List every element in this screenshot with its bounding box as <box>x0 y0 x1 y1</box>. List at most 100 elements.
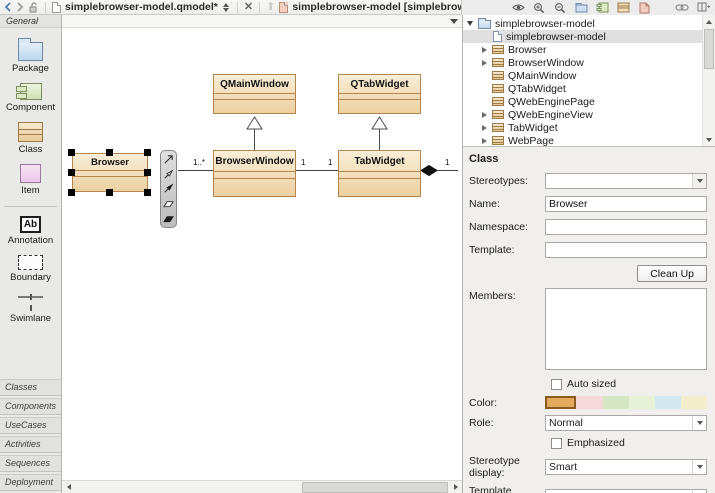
tool-swimlane[interactable]: Swimlane <box>0 292 61 324</box>
selection-handle[interactable] <box>106 149 113 156</box>
color-swatch-lightgreen[interactable] <box>629 396 655 409</box>
class-box-browser-selected[interactable]: Browser <box>72 153 148 192</box>
expander-right-icon[interactable] <box>480 138 488 144</box>
document-selector-icon[interactable] <box>222 3 231 12</box>
selection-handle[interactable] <box>68 149 75 156</box>
open-document-tab[interactable]: simplebrowser-model.qmodel* <box>65 1 218 13</box>
class-icon <box>492 97 504 106</box>
tree-item-diagram[interactable]: simplebrowser-model <box>463 30 702 43</box>
open-diagram-tab[interactable]: simplebrowser-model [simplebrowser-model… <box>292 1 462 13</box>
auto-sized-row: Auto sized <box>551 378 707 390</box>
add-component-icon[interactable] <box>595 1 609 14</box>
close-icon[interactable]: ✕ <box>244 2 253 12</box>
namespace-field[interactable] <box>545 219 707 235</box>
tree-item-qwebenginepage[interactable]: QWebEnginePage <box>463 95 702 108</box>
color-swatch-green[interactable] <box>603 396 629 409</box>
vertical-scroll-thumb[interactable] <box>704 29 714 69</box>
visibility-eye-icon[interactable] <box>511 1 525 14</box>
stereotypes-combo[interactable] <box>545 173 707 189</box>
tool-boundary[interactable]: Boundary <box>0 255 61 283</box>
component-icon <box>20 83 42 100</box>
palette-section-components[interactable]: Components <box>0 398 61 415</box>
selection-handle[interactable] <box>144 189 151 196</box>
horizontal-scroll-thumb[interactable] <box>302 482 448 493</box>
go-up-icon[interactable]: ⬆ <box>266 2 275 12</box>
tool-class[interactable]: Class <box>0 122 61 155</box>
selection-handle[interactable] <box>68 169 75 176</box>
members-field[interactable] <box>545 288 707 370</box>
add-item-icon[interactable] <box>637 1 651 14</box>
tree-item-webpage[interactable]: WebPage <box>463 134 702 147</box>
toolbar-overflow-icon[interactable] <box>450 19 458 24</box>
color-swatch-blue[interactable] <box>655 396 681 409</box>
clean-up-button[interactable]: Clean Up <box>637 265 707 282</box>
template-field[interactable] <box>545 242 707 258</box>
link-relation-icon[interactable] <box>675 1 689 14</box>
composition-diamond-icon[interactable] <box>163 212 175 224</box>
chevron-down-icon[interactable] <box>692 174 706 188</box>
annotation-icon: Ab <box>20 216 41 233</box>
add-package-icon[interactable] <box>574 1 588 14</box>
diagram-canvas[interactable]: QMainWindow QTabWidget BrowserWindow Tab… <box>62 28 462 480</box>
class-box-tabwidget[interactable]: TabWidget <box>338 150 421 197</box>
scroll-right-icon[interactable] <box>449 481 462 493</box>
selection-handle[interactable] <box>68 189 75 196</box>
name-field[interactable] <box>545 196 707 212</box>
color-swatch-bar <box>545 396 707 409</box>
selection-handle[interactable] <box>144 149 151 156</box>
forward-icon[interactable] <box>16 1 24 13</box>
multiplicity-label: 1 <box>445 159 449 167</box>
role-dropdown[interactable]: Normal <box>545 415 707 431</box>
association-arrow-icon[interactable] <box>163 183 175 195</box>
palette-section-activities[interactable]: Activities <box>0 436 61 453</box>
class-box-browserwindow[interactable]: BrowserWindow <box>213 150 296 197</box>
tree-item-browser[interactable]: Browser <box>463 43 702 56</box>
scroll-down-icon[interactable] <box>703 133 715 146</box>
tree-item-model-root[interactable]: simplebrowser-model <box>463 17 702 30</box>
tool-item[interactable]: Item <box>0 164 61 196</box>
expander-right-icon[interactable] <box>480 60 488 66</box>
right-panel: simplebrowser-model simplebrowser-model … <box>462 15 715 493</box>
selection-handle[interactable] <box>144 169 151 176</box>
dependency-arrow-icon[interactable] <box>163 154 175 166</box>
tree-item-tabwidget[interactable]: TabWidget <box>463 121 702 134</box>
palette-divider <box>4 206 57 207</box>
tool-component[interactable]: Component <box>0 83 61 113</box>
selection-handle[interactable] <box>106 189 113 196</box>
class-box-qtabwidget[interactable]: QTabWidget <box>338 74 421 114</box>
split-view-icon[interactable] <box>696 1 710 14</box>
emphasized-checkbox[interactable] <box>551 438 562 449</box>
expander-down-icon[interactable] <box>466 21 474 26</box>
palette-section-sequences[interactable]: Sequences <box>0 455 61 472</box>
palette-section-deployment[interactable]: Deployment <box>0 474 61 491</box>
tree-item-qwebengineview[interactable]: QWebEngineView <box>463 108 702 121</box>
aggregation-diamond-icon[interactable] <box>163 198 175 210</box>
class-box-qmainwindow[interactable]: QMainWindow <box>213 74 296 114</box>
lock-icon[interactable] <box>28 1 39 13</box>
back-icon[interactable] <box>4 1 12 13</box>
tree-item-qmainwindow[interactable]: QMainWindow <box>463 69 702 82</box>
stereotype-display-dropdown[interactable]: Smart <box>545 459 707 475</box>
auto-sized-checkbox[interactable] <box>551 379 562 390</box>
inheritance-arrow-icon[interactable] <box>163 168 175 180</box>
tree-vertical-scrollbar <box>702 15 715 146</box>
scroll-up-icon[interactable] <box>703 15 715 28</box>
tree-item-browserwindow[interactable]: BrowserWindow <box>463 56 702 69</box>
tool-package[interactable]: Package <box>0 37 61 74</box>
expander-right-icon[interactable] <box>480 47 488 53</box>
tree-item-qtabwidget[interactable]: QTabWidget <box>463 82 702 95</box>
color-swatch-yellow[interactable] <box>681 396 707 409</box>
zoom-out-icon[interactable] <box>553 1 567 14</box>
tool-annotation[interactable]: Ab Annotation <box>0 216 61 246</box>
zoom-in-icon[interactable] <box>532 1 546 14</box>
color-swatch-pink[interactable] <box>576 396 602 409</box>
palette-section-classes[interactable]: Classes <box>0 379 61 396</box>
palette-section-usecases[interactable]: UseCases <box>0 417 61 434</box>
template-display-dropdown[interactable]: Smart <box>545 489 707 493</box>
palette-section-general[interactable]: General <box>0 15 61 28</box>
expander-right-icon[interactable] <box>480 125 488 131</box>
scroll-left-icon[interactable] <box>62 481 75 493</box>
add-class-icon[interactable] <box>616 1 630 14</box>
color-swatch-tan[interactable] <box>545 396 576 409</box>
expander-right-icon[interactable] <box>480 112 488 118</box>
